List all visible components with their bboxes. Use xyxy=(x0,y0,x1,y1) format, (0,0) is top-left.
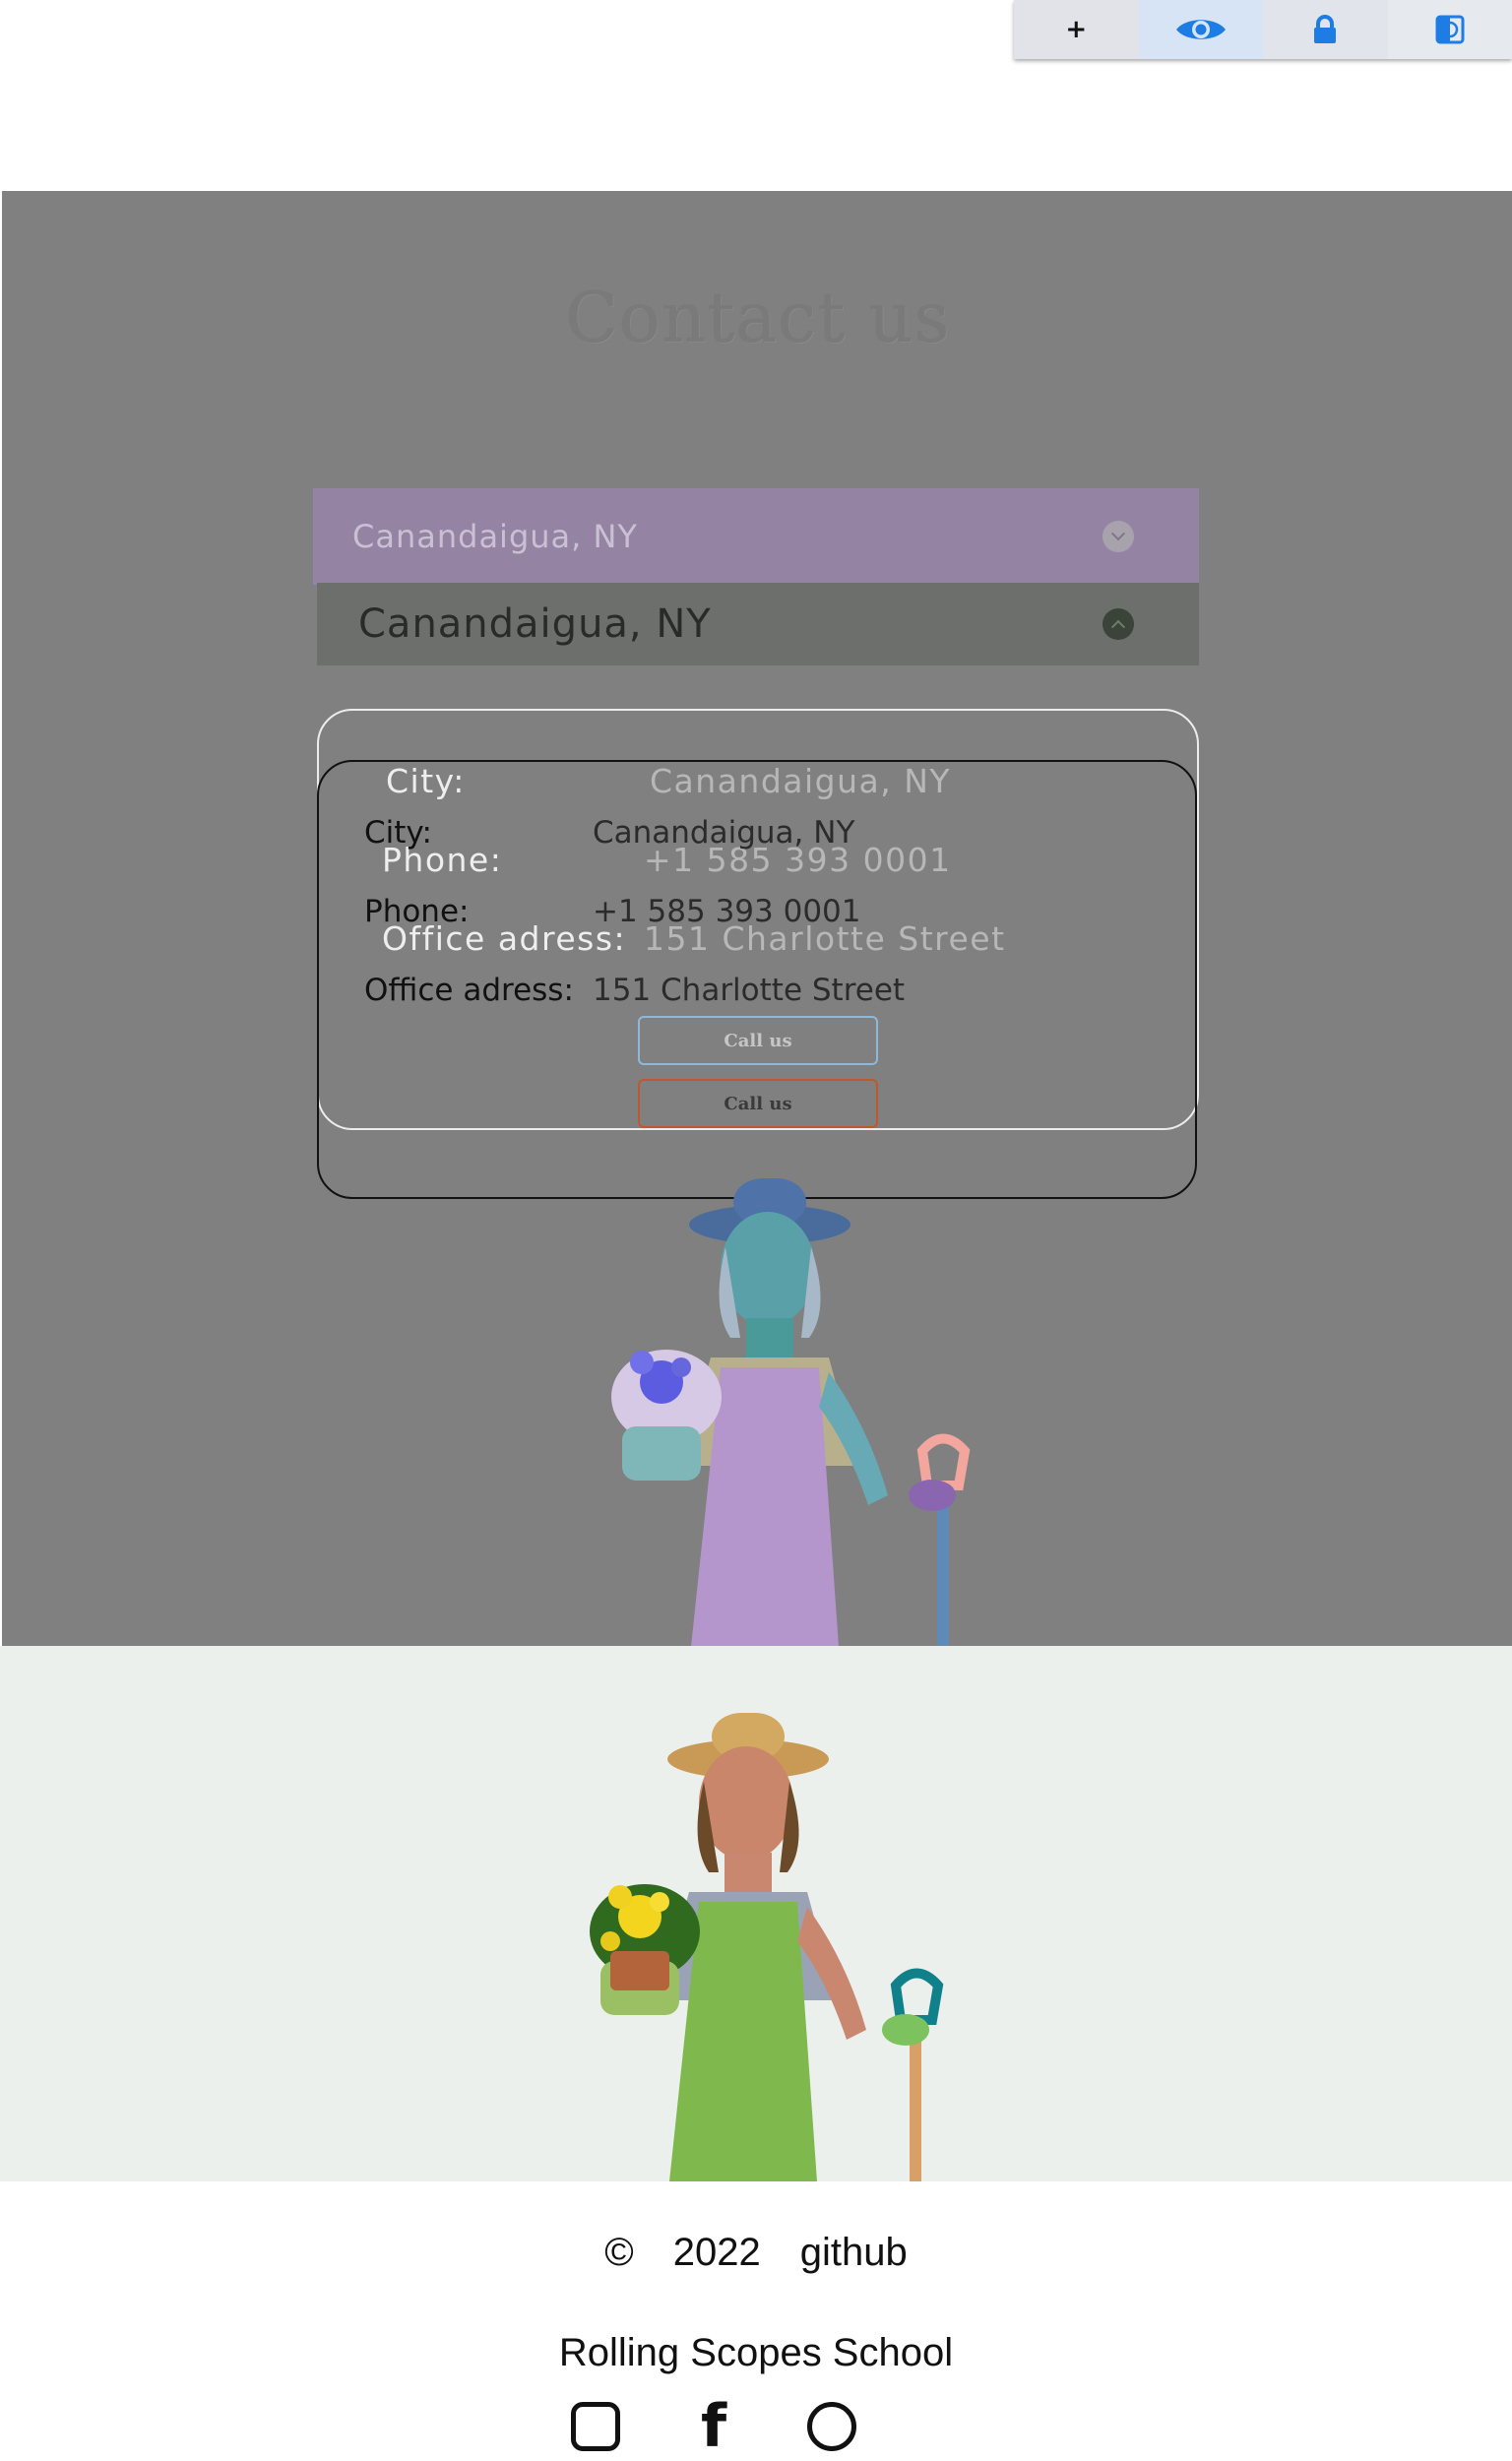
accordion-city-label: Canandaigua, NY xyxy=(358,601,712,647)
city-row: City: Canandaigua, NY xyxy=(386,762,466,800)
call-us-button[interactable]: Call us xyxy=(638,1079,878,1128)
accordion-city-open[interactable]: Canandaigua, NY xyxy=(313,488,1199,585)
split-view-button[interactable] xyxy=(1388,0,1512,59)
city-row: City: Canandaigua, NY xyxy=(364,815,432,851)
overlay-layer: Contact us Canandaigua, NY Canandaigua, … xyxy=(2,191,1512,1646)
footer-year: 2022 xyxy=(673,2231,761,2275)
city-key: City: xyxy=(364,815,432,851)
office-row: Office adress: 151 Charlotte Street xyxy=(364,973,574,1008)
office-key: Office adress: xyxy=(364,973,574,1008)
overlay-toolbar: + xyxy=(1014,0,1512,59)
gardener-image-overlay xyxy=(573,1170,986,1646)
social-links: f xyxy=(571,2402,856,2451)
toggle-visibility-button[interactable] xyxy=(1139,0,1264,59)
office-value: 151 Charlotte Street xyxy=(593,973,905,1008)
split-view-icon xyxy=(1435,15,1465,44)
accordion-city-closed[interactable]: Canandaigua, NY xyxy=(317,583,1199,665)
call-us-button-overlay[interactable]: Call us xyxy=(638,1016,878,1065)
eye-icon xyxy=(1174,15,1228,44)
github-link[interactable]: github xyxy=(800,2231,908,2275)
footer-meta: © 2022 github xyxy=(0,2231,1512,2275)
chevron-up-icon[interactable] xyxy=(1102,608,1134,640)
copyright-icon: © xyxy=(604,2231,633,2275)
city-value: Canandaigua, NY xyxy=(650,762,951,800)
phone-row: Phone: +1 585 393 0001 xyxy=(364,894,469,929)
facebook-icon[interactable]: f xyxy=(689,2402,738,2451)
phone-key: Phone: xyxy=(364,894,469,929)
instagram-icon[interactable] xyxy=(571,2402,620,2451)
footer: © 2022 github Rolling Scopes School f xyxy=(0,2181,1512,2418)
phone-value: +1 585 393 0001 xyxy=(593,894,861,929)
contact-title: Contact us xyxy=(2,278,1512,358)
school-link[interactable]: Rolling Scopes School xyxy=(0,2331,1512,2375)
city-value: Canandaigua, NY xyxy=(593,815,854,851)
add-icon: + xyxy=(1065,15,1087,44)
accordion-city-label: Canandaigua, NY xyxy=(352,518,638,555)
pinterest-icon[interactable] xyxy=(807,2402,856,2451)
lock-button[interactable] xyxy=(1263,0,1388,59)
contact-section xyxy=(0,1646,1512,2181)
chevron-down-icon[interactable] xyxy=(1102,521,1134,552)
gardener-image xyxy=(551,1705,965,2181)
city-key: City: xyxy=(386,762,466,800)
lock-icon xyxy=(1312,15,1338,44)
add-button[interactable]: + xyxy=(1014,0,1139,59)
